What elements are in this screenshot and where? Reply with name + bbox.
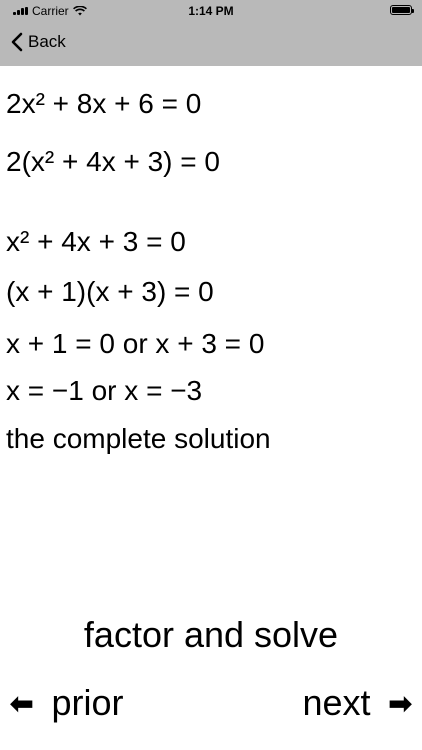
step-7: the complete solution	[6, 423, 271, 454]
top-bar: Carrier 1:14 PM Back	[0, 0, 422, 66]
prior-label: prior	[51, 682, 124, 723]
step-5: x + 1 = 0 or x + 3 = 0	[6, 328, 265, 359]
arrow-left-icon: ⬅	[10, 687, 34, 719]
exercise-title: factor and solve	[83, 614, 339, 655]
prior-button[interactable]: ⬅ prior	[10, 682, 124, 724]
status-time: 1:14 PM	[188, 4, 234, 18]
navigation-bar: Back	[0, 22, 422, 66]
next-label: next	[302, 682, 371, 723]
battery-icon	[390, 5, 414, 15]
next-button[interactable]: next ➡	[302, 682, 412, 724]
footer-navigation: ⬅ prior next ➡	[0, 682, 422, 732]
status-bar: Carrier 1:14 PM	[0, 0, 422, 22]
step-4: (x + 1)(x + 3) = 0	[6, 276, 214, 307]
arrow-right-icon: ➡	[388, 687, 412, 719]
step-2: 2(x² + 4x + 3) = 0	[6, 146, 220, 177]
back-button[interactable]: Back	[10, 32, 66, 52]
chevron-left-icon	[11, 32, 23, 52]
step-3: x² + 4x + 3 = 0	[6, 226, 186, 257]
back-label: Back	[28, 32, 66, 51]
step-1: 2x² + 8x + 6 = 0	[6, 88, 202, 119]
step-6: x = −1 or x = −3	[6, 375, 203, 406]
